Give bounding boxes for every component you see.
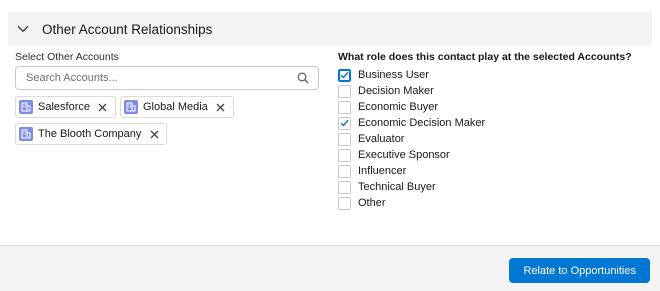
account-pill-label: The Blooth Company	[38, 128, 142, 140]
account-pill-label: Salesforce	[38, 101, 90, 113]
role-option[interactable]: Economic Decision Maker	[338, 115, 638, 131]
role-label: Economic Buyer	[358, 101, 439, 113]
search-icon[interactable]	[296, 71, 310, 85]
role-option[interactable]: Other	[338, 195, 638, 211]
role-label: Economic Decision Maker	[358, 117, 486, 129]
account-pill[interactable]: Salesforce	[15, 96, 116, 118]
accounts-label: Select Other Accounts	[15, 51, 119, 63]
role-checkbox[interactable]	[338, 164, 351, 178]
role-option[interactable]: Influencer	[338, 163, 638, 179]
accounts-panel: Select Other Accounts Salesforce Global M…	[15, 50, 320, 148]
close-icon[interactable]	[214, 100, 228, 114]
account-icon	[19, 127, 33, 141]
account-pill[interactable]: Global Media	[119, 96, 234, 118]
role-checkbox[interactable]	[338, 132, 351, 146]
role-label: Other	[358, 197, 386, 209]
footer: Relate to Opportunities	[0, 245, 660, 291]
role-checkbox[interactable]	[338, 68, 351, 82]
roles-panel: What role does this contact play at the …	[338, 50, 638, 211]
account-icon	[19, 100, 33, 114]
role-checkbox[interactable]	[338, 196, 351, 210]
role-checkbox[interactable]	[338, 100, 351, 114]
account-pill[interactable]: The Blooth Company	[15, 123, 168, 145]
role-checkbox[interactable]	[338, 180, 351, 194]
role-label: Business User	[358, 69, 429, 81]
role-option[interactable]: Economic Buyer	[338, 99, 638, 115]
account-icon	[123, 100, 138, 114]
close-icon[interactable]	[147, 127, 161, 141]
section-header[interactable]: Other Account Relationships	[8, 12, 652, 46]
role-option[interactable]: Decision Maker	[338, 83, 638, 99]
close-icon[interactable]	[96, 100, 110, 114]
role-option[interactable]: Technical Buyer	[338, 179, 638, 195]
role-checkbox[interactable]	[338, 84, 351, 98]
account-search-input[interactable]	[26, 72, 296, 84]
selected-accounts: Salesforce Global Media The Blooth Company	[15, 94, 320, 148]
section-title: Other Account Relationships	[42, 21, 213, 37]
account-pill-label: Global Media	[142, 101, 208, 113]
account-search-box[interactable]	[15, 66, 319, 90]
role-checkbox[interactable]	[338, 148, 351, 162]
role-checkbox[interactable]	[338, 116, 351, 130]
role-list: Business User Decision Maker Economic Buye…	[338, 67, 638, 211]
checkmark-icon	[340, 119, 349, 127]
role-option[interactable]: Executive Sponsor	[338, 147, 638, 163]
role-label: Evaluator	[358, 133, 405, 145]
role-question: What role does this contact play at the …	[338, 51, 632, 63]
role-label: Influencer	[358, 165, 407, 177]
role-label: Technical Buyer	[358, 181, 436, 193]
role-label: Decision Maker	[358, 85, 434, 97]
checkmark-icon	[340, 71, 349, 79]
role-option[interactable]: Business User	[338, 67, 638, 83]
role-option[interactable]: Evaluator	[338, 131, 638, 147]
chevron-down-icon[interactable]	[16, 22, 30, 36]
relate-to-opportunities-button[interactable]: Relate to Opportunities	[509, 258, 650, 283]
role-label: Executive Sponsor	[358, 149, 450, 161]
